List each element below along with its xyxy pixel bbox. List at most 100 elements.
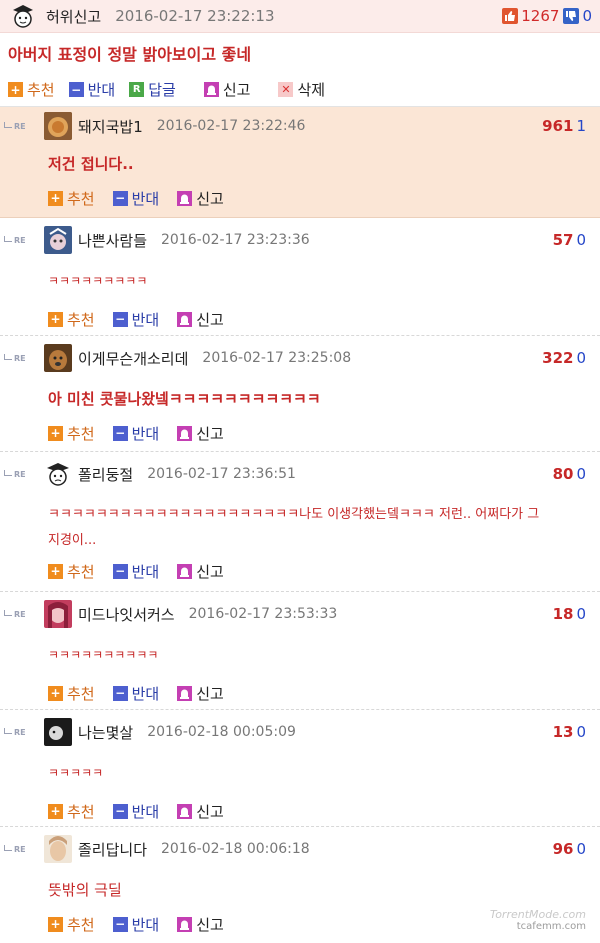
report-button[interactable]: 신고 [177,188,224,209]
comment-actions: + 추천 − 반대 신고 [0,181,600,215]
avatar[interactable] [44,112,72,140]
delete-button[interactable]: ✕ 삭제 [278,79,325,100]
avatar[interactable] [44,600,72,628]
recommend-button[interactable]: + 추천 [48,914,95,935]
post-header: 허위신고 2016-02-17 23:22:13 1267 0 [0,0,600,33]
comment-date: 2016-02-17 23:22:46 [156,118,306,134]
close-icon: ✕ [278,82,294,97]
post-date: 2016-02-17 23:22:13 [115,7,275,25]
comment-actions: + 추천 − 반대 신고 [0,676,600,710]
comment-down-count: 0 [576,231,586,249]
recommend-button[interactable]: + 추천 [48,309,95,330]
report-button[interactable]: 신고 [177,801,224,822]
report-label: 신고 [196,684,224,703]
report-label: 신고 [222,81,251,99]
minus-icon: − [112,803,128,819]
oppose-button[interactable]: − 반대 [112,801,159,822]
reply-label: 답글 [148,81,176,99]
comment-author[interactable]: 돼지국밥1 [78,116,143,137]
siren-icon [177,803,193,819]
comment-item: RE 나는몇살 2016-02-18 00:05:09 13 0 ㅋㅋㅋㅋㅋ + 추… [0,710,600,827]
comment-date: 2016-02-17 23:23:36 [161,232,310,248]
plus-icon: + [48,685,63,701]
report-button[interactable]: 신고 [177,309,224,330]
recommend-button[interactable]: + 추천 [48,683,95,704]
minus-icon: − [112,916,128,932]
reply-arrow-icon: RE [4,610,44,619]
report-button[interactable]: 신고 [177,914,224,935]
comment-actions: + 추천 − 반대 신고 [0,302,600,336]
thumbs-down-icon[interactable] [563,8,580,24]
recommend-button[interactable]: + 추천 [48,561,95,582]
reply-arrow-icon: RE [4,354,44,363]
oppose-button[interactable]: − 반대 [112,683,160,704]
oppose-button[interactable]: − 반대 [112,188,160,209]
recommend-button[interactable]: + 추천 [8,79,55,100]
comment-votes: 18 0 [553,605,600,623]
plus-icon: + [48,190,63,206]
comment-author[interactable]: 졸리답니다 [78,839,147,860]
comment-actions: + 추천 − 반대 신고 [0,794,600,828]
post-author[interactable]: 허위신고 [46,6,101,27]
recommend-button[interactable]: + 추천 [48,188,95,209]
comment-text: 뜻밖의 극딜 [48,881,122,899]
watermark-line1: TorrentMode.com [489,908,586,921]
comment-up-count: 322 [542,349,574,367]
plus-icon: + [48,425,63,441]
comment-text: 아 미친 콧물나왔넼ㅋㅋㅋㅋㅋㅋㅋㅋㅋㅋㅋ [48,390,321,408]
report-button[interactable]: 신고 [177,423,224,444]
author-avatar[interactable] [8,1,38,31]
report-label: 신고 [196,310,224,329]
comment-author[interactable]: 미드나잇서커스 [78,604,175,625]
report-button[interactable]: 신고 [203,79,251,100]
avatar[interactable] [44,718,72,746]
comment-down-count: 0 [576,605,586,623]
comment-actions: + 추천 − 반대 신고 [0,554,600,588]
minus-icon: − [68,82,84,97]
siren-icon [177,916,193,932]
report-button[interactable]: 신고 [177,561,224,582]
post-actions: + 추천 − 반대 R 답글 신고 ✕ 삭제 [0,73,600,107]
comment-up-count: 96 [552,840,574,858]
report-button[interactable]: 신고 [177,683,224,704]
siren-icon [177,563,193,579]
comment-up-count: 18 [552,605,574,623]
avatar[interactable] [44,226,72,254]
watermark: TorrentMode.com tcafemm.com [490,909,586,933]
siren-icon [177,311,193,327]
oppose-button[interactable]: − 반대 [112,914,159,935]
comment-author[interactable]: 폴리둥절 [78,464,133,485]
siren-icon [177,190,193,206]
reply-arrow-icon: RE [4,122,44,131]
comment-list: RE 돼지국밥1 2016-02-17 23:22:46 961 1 저건 접니다… [0,107,600,943]
avatar[interactable] [44,460,72,488]
oppose-label: 반대 [131,684,160,703]
oppose-button[interactable]: − 반대 [68,79,115,100]
recommend-label: 추천 [67,424,95,443]
oppose-label: 반대 [131,189,160,208]
recommend-button[interactable]: + 추천 [48,423,95,444]
comment-author[interactable]: 나쁜사람들 [78,230,147,251]
recommend-button[interactable]: + 추천 [48,801,95,822]
siren-icon [203,82,219,97]
oppose-button[interactable]: − 반대 [112,561,159,582]
comment-actions: + 추천 − 반대 신고 [0,416,600,450]
report-label: 신고 [196,915,224,934]
comment-down-count: 0 [576,349,586,367]
comment-text: ㅋㅋㅋㅋㅋ [48,766,104,780]
recommend-label: 추천 [67,310,95,329]
avatar[interactable] [44,835,72,863]
comment-votes: 961 1 [542,117,600,135]
avatar[interactable] [44,344,72,372]
comment-date: 2016-02-18 00:05:09 [147,724,296,740]
comment-down-count: 0 [576,723,586,741]
oppose-button[interactable]: − 반대 [112,423,159,444]
comment-date: 2016-02-17 23:36:51 [147,466,296,482]
comment-author[interactable]: 이게무슨개소리데 [78,348,188,369]
reply-button[interactable]: R 답글 [129,79,176,100]
oppose-button[interactable]: − 반대 [112,309,159,330]
post-up-count: 1267 [521,7,560,25]
comment-down-count: 1 [576,117,586,135]
thumbs-up-icon[interactable] [502,8,519,24]
comment-author[interactable]: 나는몇살 [78,722,133,743]
